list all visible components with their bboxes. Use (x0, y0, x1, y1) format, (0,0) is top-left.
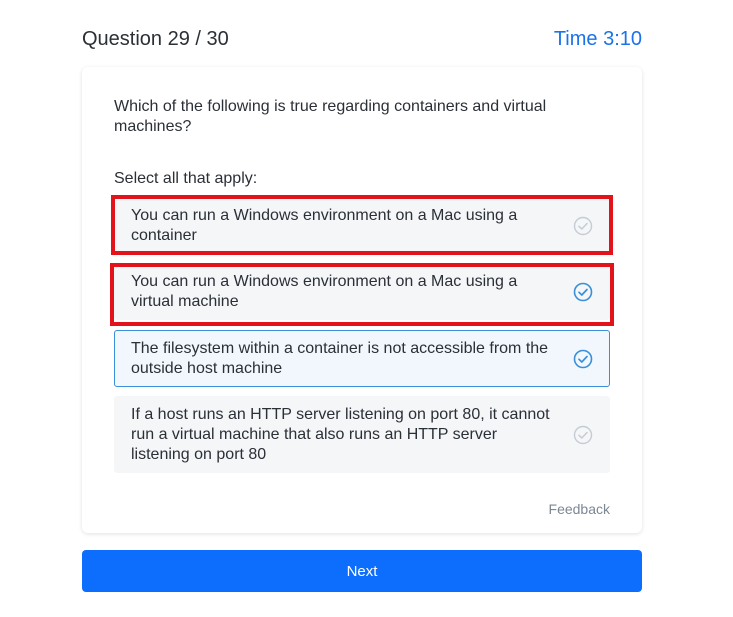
check-circle-icon (573, 282, 593, 302)
question-counter: Question 29 / 30 (82, 27, 229, 50)
answer-option-4[interactable]: If a host runs an HTTP server listening … (114, 396, 610, 473)
answer-option-label: You can run a Windows environment on a M… (131, 207, 518, 244)
check-circle-icon (573, 349, 593, 368)
check-circle-icon (573, 425, 593, 444)
feedback-link[interactable]: Feedback (549, 501, 610, 517)
answer-option-3[interactable]: The filesystem within a container is not… (114, 330, 610, 387)
timer: Time 3:10 (553, 27, 642, 50)
answer-option-label: The filesystem within a container is not… (131, 339, 549, 377)
instruction-text: Select all that apply: (114, 170, 258, 187)
question-text: Which of the following is true regarding… (114, 98, 547, 135)
question-card: Which of the following is true regarding… (82, 67, 642, 533)
answer-option-1[interactable]: You can run a Windows environment on a M… (114, 198, 610, 254)
quiz-header: Question 29 / 30 Time 3:10 (82, 26, 642, 52)
answer-option-label: If a host runs an HTTP server listening … (131, 405, 550, 463)
next-button[interactable]: Next (82, 550, 642, 592)
answer-option-label: You can run a Windows environment on a M… (131, 273, 518, 310)
answer-option-2[interactable]: You can run a Windows environment on a M… (114, 264, 610, 320)
check-circle-icon (573, 216, 593, 236)
quiz-page: Question 29 / 30 Time 3:10 Which of the … (0, 0, 733, 617)
